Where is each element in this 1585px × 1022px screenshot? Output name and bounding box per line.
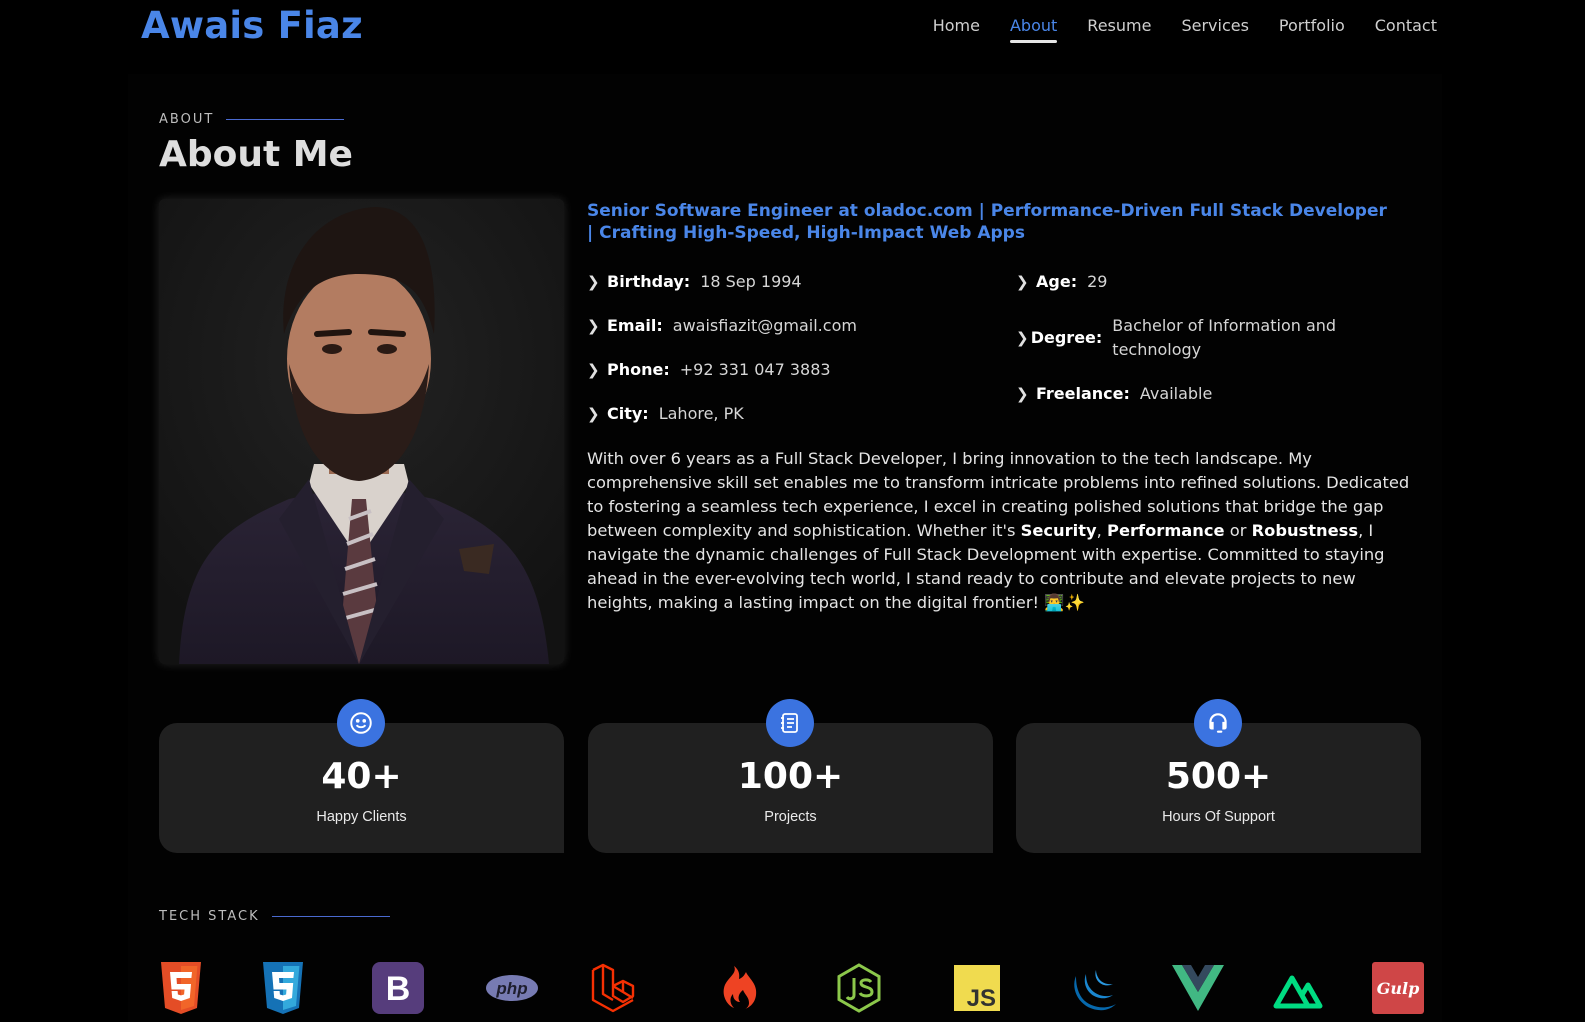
- info-city: ❯ City: Lahore, PK: [587, 402, 744, 426]
- stat-label: Hours Of Support: [1162, 809, 1275, 825]
- bio-paragraph: With over 6 years as a Full Stack Develo…: [587, 447, 1422, 615]
- site-header: Awais Fiaz Home About Resume Services Po…: [0, 0, 1585, 56]
- laravel-icon: [589, 962, 641, 1014]
- chevron-right-icon: ❯: [1016, 273, 1029, 291]
- chevron-right-icon: ❯: [1016, 385, 1029, 403]
- stat-label: Happy Clients: [316, 809, 407, 825]
- journal-icon: [766, 699, 814, 747]
- stat-card: 100+ Projects: [588, 699, 993, 853]
- nav-about[interactable]: About: [1009, 16, 1058, 43]
- page-title: About Me: [159, 134, 353, 175]
- php-text: php: [495, 979, 527, 998]
- stat-number: 500+: [1165, 756, 1272, 797]
- bio-text: or: [1224, 521, 1252, 540]
- bio-bold: Robustness: [1251, 521, 1359, 540]
- codeigniter-icon: [712, 962, 764, 1014]
- tech-stack-kicker: TECH STACK: [159, 909, 390, 924]
- stat-number: 40+: [321, 756, 402, 797]
- info-key: Freelance:: [1036, 384, 1130, 403]
- main-nav: Home About Resume Services Portfolio Con…: [933, 16, 1437, 43]
- info-key: Degree:: [1030, 328, 1103, 347]
- nav-contact[interactable]: Contact: [1375, 16, 1437, 35]
- nav-portfolio[interactable]: Portfolio: [1279, 16, 1345, 35]
- info-key: Email:: [607, 316, 663, 335]
- info-key: Phone:: [607, 360, 670, 379]
- kicker-label: ABOUT: [159, 112, 215, 127]
- chevron-right-icon: ❯: [1016, 329, 1029, 347]
- bootstrap-icon: B: [372, 962, 424, 1014]
- chevron-right-icon: ❯: [587, 361, 600, 379]
- css3-icon: [260, 962, 312, 1014]
- info-value: Available: [1139, 384, 1213, 403]
- nodejs-icon: [834, 962, 886, 1014]
- bio-text: ,: [1096, 521, 1108, 540]
- section-kicker: ABOUT: [159, 112, 345, 127]
- profile-photo: [159, 199, 564, 664]
- info-value: 18 Sep 1994: [700, 272, 802, 291]
- headset-icon: [1194, 699, 1242, 747]
- info-age: ❯ Age: 29: [1016, 270, 1107, 294]
- gulp-text: Gulp: [1377, 979, 1420, 998]
- kicker-label: TECH STACK: [159, 909, 260, 924]
- stat-card: 500+ Hours Of Support: [1016, 699, 1421, 853]
- kicker-line: [226, 119, 345, 120]
- gulp-icon: Gulp: [1372, 962, 1424, 1014]
- info-value: Bachelor of Information and technology: [1112, 316, 1337, 359]
- smiley-icon: [337, 699, 385, 747]
- js-text: JS: [967, 985, 996, 1011]
- nav-resume[interactable]: Resume: [1087, 16, 1151, 35]
- chevron-right-icon: ❯: [587, 405, 600, 423]
- info-value: +92 331 047 3883: [679, 360, 831, 379]
- nav-services[interactable]: Services: [1181, 16, 1248, 35]
- nuxt-icon: [1272, 962, 1324, 1014]
- jquery-icon: [1070, 962, 1122, 1014]
- html5-icon: [158, 962, 210, 1014]
- stat-card: 40+ Happy Clients: [159, 699, 564, 853]
- php-icon: php: [484, 962, 540, 1014]
- chevron-right-icon: ❯: [587, 273, 600, 291]
- info-key: Age:: [1036, 272, 1078, 291]
- info-value: awaisfiazit@gmail.com: [672, 316, 857, 335]
- stat-label: Projects: [764, 809, 817, 825]
- chevron-right-icon: ❯: [587, 317, 600, 335]
- site-logo[interactable]: Awais Fiaz: [141, 4, 363, 47]
- javascript-icon: JS: [954, 962, 1006, 1014]
- info-value: Lahore, PK: [658, 404, 744, 423]
- bootstrap-letter: B: [386, 970, 411, 1008]
- info-value: 29: [1087, 272, 1108, 291]
- bio-bold: Security: [1020, 521, 1097, 540]
- info-degree: ❯ Degree: Bachelor of Information and te…: [1016, 314, 1346, 362]
- vue-icon: [1172, 962, 1224, 1014]
- headline: Senior Software Engineer at oladoc.com |…: [587, 201, 1387, 243]
- nav-home[interactable]: Home: [933, 16, 980, 35]
- info-key: Birthday:: [607, 272, 691, 291]
- info-birthday: ❯ Birthday: 18 Sep 1994: [587, 270, 802, 294]
- info-key: City:: [607, 404, 649, 423]
- info-freelance: ❯ Freelance: Available: [1016, 382, 1212, 406]
- stat-number: 100+: [737, 756, 844, 797]
- bio-bold: Performance: [1107, 521, 1225, 540]
- info-email: ❯ Email: awaisfiazit@gmail.com: [587, 314, 857, 338]
- kicker-line: [271, 916, 390, 917]
- info-phone: ❯ Phone: +92 331 047 3883: [587, 358, 831, 382]
